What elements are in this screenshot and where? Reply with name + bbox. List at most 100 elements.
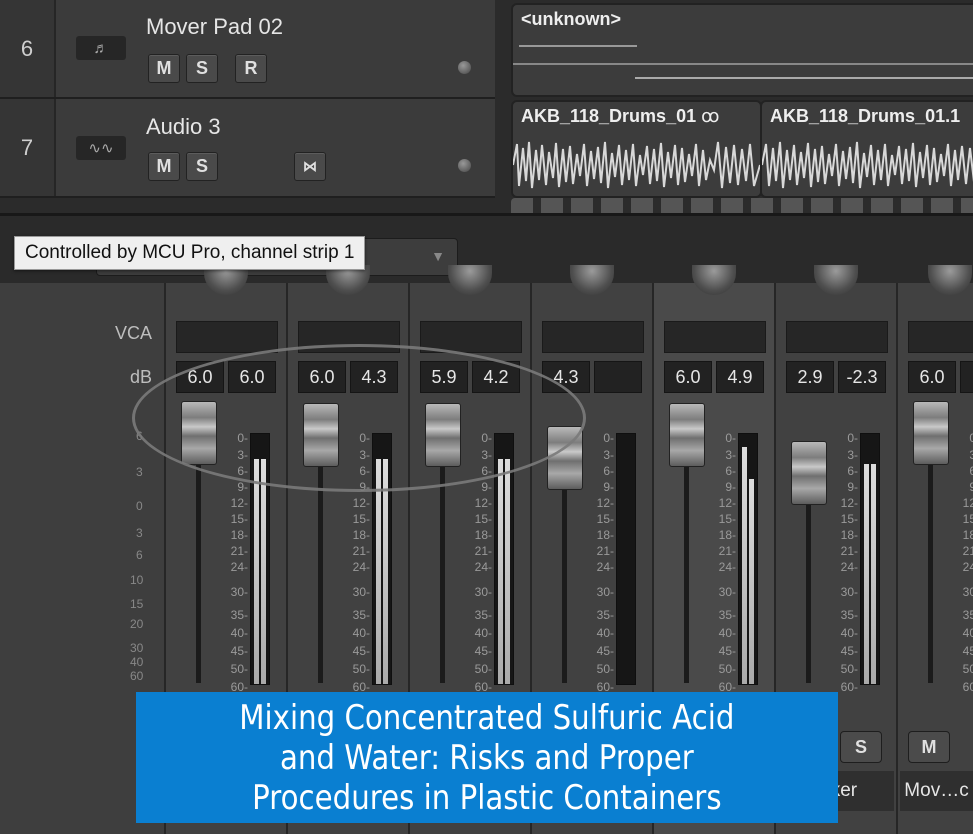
fader-scale-label: 50-	[596, 662, 614, 676]
fader-scale-label: 24-	[840, 560, 858, 574]
fader-scale-label: 24-	[352, 560, 370, 574]
title-banner: Mixing Concentrated Sulfuric Acid and Wat…	[136, 692, 838, 823]
pan-knob[interactable]	[570, 265, 614, 295]
fader-scale-label: 12-	[718, 496, 736, 510]
volume-fader[interactable]	[303, 403, 339, 467]
pan-knob[interactable]	[928, 265, 972, 295]
track-number: 6	[0, 0, 56, 97]
fader-scale-label: 50-	[352, 662, 370, 676]
scale-label: 6	[136, 429, 143, 443]
fader-scale-label: 15-	[718, 512, 736, 526]
fader-scale: 0-3-6-9-12-15-18-21-24-30-35-40-45-50-60…	[350, 431, 370, 694]
fader-scale-label: 21-	[962, 544, 973, 558]
fader-scale-label: 6-	[359, 464, 370, 478]
fader-scale-label: 40-	[474, 626, 492, 640]
fader-scale-label: 40-	[962, 626, 973, 640]
audio-region-1[interactable]: AKB_118_Drums_01 ꝏ	[511, 100, 762, 198]
instrument-icon: ♬	[76, 36, 126, 60]
region-label: <unknown>	[521, 9, 622, 29]
solo-button[interactable]: S	[186, 152, 218, 181]
channel-name[interactable]: Mov…c	[900, 771, 973, 811]
vca-slot[interactable]	[664, 321, 766, 353]
fader-scale-label: 3-	[237, 448, 248, 462]
channel-strip[interactable]: 6.0 0- 3- 6- 9- 12- 15- 18- 21- 24- 30- 35- 40- 45- 5…	[898, 265, 973, 834]
fader-scale-label: 9-	[847, 480, 858, 494]
pan-knob[interactable]	[692, 265, 736, 295]
vca-slot[interactable]	[542, 321, 644, 353]
track-row-6[interactable]: 6 ♬ Mover Pad 02 M S R	[0, 0, 495, 99]
fader-scale-label: 0-	[481, 431, 492, 445]
volume-fader[interactable]	[181, 401, 217, 465]
volume-fader[interactable]	[913, 401, 949, 465]
fader-scale-label: 35-	[962, 608, 973, 622]
loop-icon: ꝏ	[701, 106, 720, 126]
fader-scale-label: 15-	[230, 512, 248, 526]
volume-fader[interactable]	[791, 441, 827, 505]
midi-note-line	[635, 77, 973, 79]
fader-scale: 0-3-6-9-12-15-18-21-24-30-35-40-45-50-60…	[716, 431, 736, 694]
scale-label: 40	[130, 655, 144, 669]
fader-scale-label: 18-	[352, 528, 370, 542]
vca-label: VCA	[114, 323, 152, 343]
volume-fader[interactable]	[547, 426, 583, 490]
volume-readout[interactable]: 4.3	[542, 361, 590, 393]
track-activity-led	[458, 159, 471, 172]
fader-scale-label: 6-	[847, 464, 858, 478]
volume-readout[interactable]: 6.0	[664, 361, 712, 393]
track-row-7[interactable]: 7 ∿∿ Audio 3 M S ⋈	[0, 99, 495, 198]
vca-slot[interactable]	[420, 321, 522, 353]
fader-scale-label: 18-	[474, 528, 492, 542]
pan-knob[interactable]	[814, 265, 858, 295]
volume-readout[interactable]: 5.9	[420, 361, 468, 393]
solo-button[interactable]: S	[186, 54, 218, 83]
fader-scale-label: 6-	[237, 464, 248, 478]
fader-scale-label: 15-	[840, 512, 858, 526]
midi-region[interactable]: <unknown>	[511, 3, 973, 97]
peak-readout: 4.2	[472, 361, 520, 393]
fader-scale-label: 35-	[596, 608, 614, 622]
audio-region-2[interactable]: AKB_118_Drums_01.1	[760, 100, 973, 198]
volume-readout[interactable]: 6.0	[176, 361, 224, 393]
fader-scale-label: 3-	[969, 448, 973, 462]
fader-scale-label: 24-	[718, 560, 736, 574]
volume-fader[interactable]	[669, 403, 705, 467]
volume-readout[interactable]: 2.9	[786, 361, 834, 393]
banner-line: and Water: Risks and Proper	[280, 737, 694, 778]
peak-readout: 4.9	[716, 361, 764, 393]
fader-scale-label: 40-	[596, 626, 614, 640]
fader-scale-label: 24-	[596, 560, 614, 574]
vca-slot[interactable]	[298, 321, 400, 353]
volume-fader[interactable]	[425, 403, 461, 467]
track-name[interactable]: Audio 3	[146, 114, 221, 140]
next-track-regions	[511, 198, 973, 213]
fader-scale-label: 50-	[230, 662, 248, 676]
vca-slot[interactable]	[908, 321, 973, 353]
fader-scale-label: 45-	[718, 644, 736, 658]
fader-scale-label: 12-	[474, 496, 492, 510]
fader-scale-label: 30-	[474, 585, 492, 599]
mute-button[interactable]: M	[148, 54, 180, 83]
vca-slot[interactable]	[176, 321, 278, 353]
fader-scale-label: 45-	[230, 644, 248, 658]
mute-button[interactable]: M	[908, 731, 950, 763]
fader-scale-label: 0-	[725, 431, 736, 445]
fader-scale-label: 18-	[230, 528, 248, 542]
scale-label: 60	[130, 669, 144, 683]
track-name[interactable]: Mover Pad 02	[146, 14, 283, 40]
level-meter	[616, 433, 636, 685]
volume-readout[interactable]: 6.0	[298, 361, 346, 393]
volume-readout[interactable]: 6.0	[908, 361, 956, 393]
vca-slot[interactable]	[786, 321, 888, 353]
mute-button[interactable]: M	[148, 152, 180, 181]
fader-scale: 0-3-6-9-12-15-18-21-24-30-35-40-45-50-60…	[960, 431, 973, 694]
level-meter	[738, 433, 758, 685]
peak-readout: -2.3	[838, 361, 886, 393]
pan-knob[interactable]	[448, 265, 492, 295]
tooltip: Controlled by MCU Pro, channel strip 1	[14, 236, 366, 270]
solo-button[interactable]: S	[840, 731, 882, 763]
fader-scale-label: 50-	[840, 662, 858, 676]
input-monitor-icon[interactable]: ⋈	[294, 152, 326, 181]
record-button[interactable]: R	[235, 54, 267, 83]
midi-note-line	[519, 45, 637, 47]
fader-scale-label: 12-	[596, 496, 614, 510]
